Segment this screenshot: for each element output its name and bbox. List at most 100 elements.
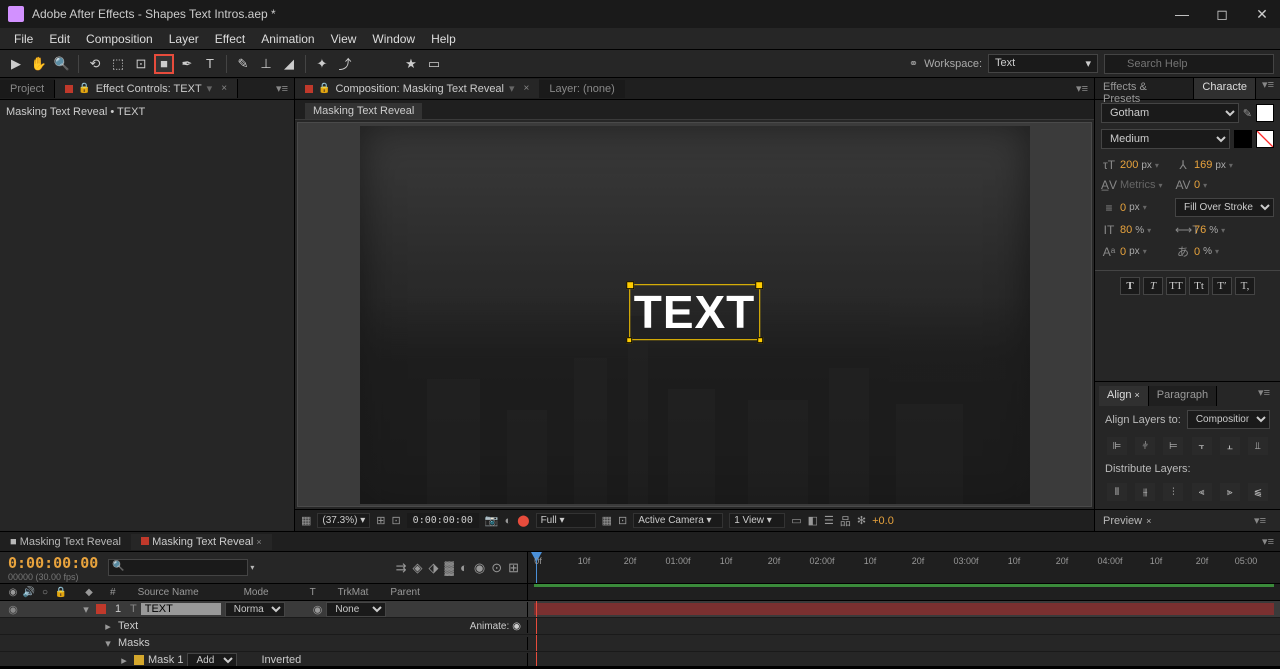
pan-behind-tool[interactable]: ⊡	[131, 54, 151, 74]
close-icon[interactable]: ×	[221, 83, 227, 94]
menu-animation[interactable]: Animation	[253, 30, 322, 48]
resolution-select[interactable]: Full ▾	[536, 513, 596, 528]
expand-icon[interactable]: ▸	[118, 654, 130, 667]
eyedropper-icon[interactable]: ✎	[1243, 107, 1252, 120]
layer-duration-bar[interactable]	[534, 603, 1274, 615]
eraser-tool[interactable]: ◢	[279, 54, 299, 74]
pixel-aspect-icon[interactable]: ▭	[791, 514, 801, 527]
menu-help[interactable]: Help	[423, 30, 464, 48]
no-stroke-swatch[interactable]	[1256, 130, 1274, 148]
font-weight-select[interactable]: Medium	[1101, 129, 1230, 149]
allcaps-button[interactable]: TT	[1166, 277, 1186, 295]
lock-toggle-icon[interactable]: 🔒	[54, 587, 68, 598]
panel-menu-icon[interactable]: ▾≡	[1252, 386, 1276, 406]
solo-toggle-icon[interactable]: ○	[38, 587, 52, 598]
font-size-value[interactable]: 200	[1120, 159, 1138, 171]
superscript-button[interactable]: T′	[1212, 277, 1232, 295]
minimize-button[interactable]: —	[1172, 6, 1192, 23]
dist-vcenter-button[interactable]: ⫵	[1135, 483, 1155, 501]
mask-icon[interactable]: ⊡	[618, 514, 627, 527]
transparency-icon[interactable]: ▦	[602, 514, 612, 527]
audio-toggle-icon[interactable]: 🔊	[22, 587, 36, 598]
view-select[interactable]: 1 View ▾	[729, 513, 785, 528]
zoom-select[interactable]: (37.3%) ▾	[317, 513, 370, 528]
tab-composition[interactable]: 🔒 Composition: Masking Text Reveal ▾ ×	[295, 79, 539, 98]
stroke-color-swatch[interactable]	[1234, 130, 1252, 148]
frame-blend-icon[interactable]: ▓	[445, 560, 454, 576]
selection-tool[interactable]: ▶	[6, 54, 26, 74]
font-family-select[interactable]: Gotham	[1101, 103, 1239, 123]
current-time[interactable]: 0:00:00:00	[407, 513, 479, 528]
mask-color-swatch[interactable]	[134, 655, 144, 665]
stroke-width-value[interactable]: 0	[1120, 202, 1126, 214]
fill-color-swatch[interactable]	[1256, 104, 1274, 122]
resolution-icon[interactable]: ⊞	[376, 514, 385, 527]
menu-layer[interactable]: Layer	[161, 30, 207, 48]
baseline-value[interactable]: 0	[1120, 246, 1126, 258]
folder-icon[interactable]: ▭	[424, 54, 444, 74]
exposure-reset-icon[interactable]: ✻	[857, 514, 866, 527]
align-right-button[interactable]: ⊨	[1163, 437, 1183, 455]
menu-edit[interactable]: Edit	[41, 30, 78, 48]
align-bottom-button[interactable]: ⫫	[1248, 437, 1268, 455]
subscript-button[interactable]: T,	[1235, 277, 1255, 295]
panel-menu-icon[interactable]: ▾≡	[1256, 78, 1280, 99]
italic-button[interactable]: T	[1143, 277, 1163, 295]
align-vcenter-button[interactable]: ⫠	[1220, 437, 1240, 455]
expand-icon[interactable]: ▾	[102, 637, 114, 650]
tracking-value[interactable]: 0	[1194, 179, 1200, 191]
work-area-bar[interactable]	[534, 584, 1274, 587]
tab-project[interactable]: Project	[0, 80, 55, 98]
comp-flowchart-icon[interactable]: 品	[840, 513, 851, 529]
animate-button[interactable]: Animate: ◉	[470, 621, 521, 632]
rotate-tool[interactable]: ⟲	[85, 54, 105, 74]
timeline-tab-2[interactable]: Masking Text Reveal ×	[131, 534, 272, 550]
pen-tool[interactable]: ✒	[177, 54, 197, 74]
menu-composition[interactable]: Composition	[78, 30, 161, 48]
puppet-tool[interactable]: ⤴	[335, 54, 355, 74]
align-target-select[interactable]: Composition	[1187, 410, 1270, 429]
timeline-property-row[interactable]: ▾ Masks	[0, 635, 1280, 652]
breadcrumb-item[interactable]: Masking Text Reveal	[305, 103, 422, 119]
motion-blur-icon[interactable]: ◐	[460, 560, 468, 576]
dist-right-button[interactable]: ⫹	[1248, 483, 1268, 501]
dist-top-button[interactable]: ⫴	[1107, 483, 1127, 501]
timeline-ruler[interactable]: 0f 10f 20f 01:00f 10f 20f 02:00f 10f 20f…	[528, 552, 1280, 583]
video-toggle-icon[interactable]: ◉	[6, 587, 20, 598]
timeline-tab-1[interactable]: ■ Masking Text Reveal	[0, 534, 131, 550]
camera-tool[interactable]: ⬚	[108, 54, 128, 74]
dist-bottom-button[interactable]: ⫶	[1163, 483, 1183, 501]
timeline-icon[interactable]: ☰	[824, 514, 834, 527]
menu-view[interactable]: View	[323, 30, 365, 48]
close-icon[interactable]: ×	[524, 83, 530, 94]
tab-effect-controls[interactable]: 🔒 Effect Controls: TEXT ▾ ×	[55, 79, 238, 98]
col-source-name[interactable]: Source Name	[130, 587, 230, 598]
panel-menu-icon[interactable]: ▾≡	[1256, 535, 1280, 548]
text-selection-box[interactable]: TEXT	[629, 284, 761, 340]
star-tool[interactable]: ★	[401, 54, 421, 74]
timeline-mask-row[interactable]: ▸ Mask 1 Add Inverted	[0, 652, 1280, 666]
channel-icon[interactable]: ◐	[505, 515, 512, 527]
tab-effects-presets[interactable]: Effects & Presets	[1095, 78, 1194, 99]
align-hcenter-button[interactable]: ⫩	[1135, 437, 1155, 455]
tab-layer[interactable]: Layer: (none)	[539, 80, 624, 98]
draft3d-icon[interactable]: ◈	[413, 560, 423, 576]
parent-select[interactable]: None	[326, 602, 386, 617]
timeline-property-row[interactable]: ▸ Text Animate: ◉	[0, 618, 1280, 635]
camera-select[interactable]: Active Camera ▾	[633, 513, 723, 528]
tab-align[interactable]: Align ×	[1099, 386, 1149, 406]
rgb-icon[interactable]: ⬤	[517, 514, 529, 527]
tab-preview[interactable]: Preview ×▾≡	[1095, 509, 1280, 531]
mask-mode-select[interactable]: Add	[187, 653, 237, 667]
dist-hcenter-button[interactable]: ⫸	[1220, 483, 1240, 501]
composition-viewer[interactable]: TEXT	[297, 122, 1092, 507]
workspace-select[interactable]: Text ▾	[988, 54, 1098, 73]
align-top-button[interactable]: ⫟	[1192, 437, 1212, 455]
fast-preview-icon[interactable]: ◧	[808, 514, 818, 527]
close-button[interactable]: ✕	[1252, 6, 1272, 23]
smallcaps-button[interactable]: Tt	[1189, 277, 1209, 295]
roto-tool[interactable]: ✦	[312, 54, 332, 74]
menu-window[interactable]: Window	[364, 30, 423, 48]
label-color-icon[interactable]: ◆	[82, 587, 96, 598]
kerning-value[interactable]: Metrics	[1120, 179, 1155, 191]
